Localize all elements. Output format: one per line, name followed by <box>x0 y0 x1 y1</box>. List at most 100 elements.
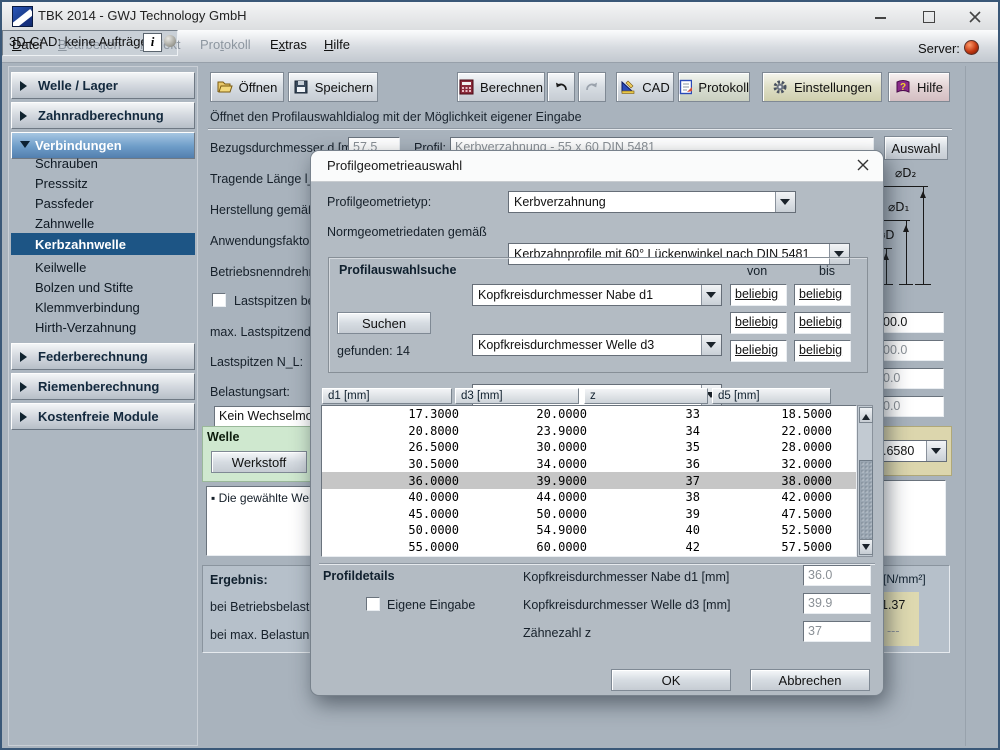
protocol-button[interactable]: Protokoll <box>678 72 750 102</box>
cancel-button[interactable]: Abbrechen <box>750 669 870 691</box>
help-book-icon: ? <box>895 79 911 95</box>
result-line-2: bei max. Belastung <box>210 628 316 642</box>
diagram-dim-d2 <box>923 187 924 284</box>
ratio-panel: .6580 <box>872 426 952 476</box>
app-logo-icon <box>12 6 33 27</box>
sidebar-item-federberechnung[interactable]: Federberechnung <box>11 343 195 370</box>
table-row[interactable]: 45.000050.00003947.5000 <box>322 506 856 523</box>
material-button[interactable]: Werkstoff <box>211 451 307 473</box>
calculator-icon <box>459 79 474 95</box>
scrollbar-thumb[interactable] <box>859 460 873 541</box>
redo-button[interactable] <box>578 72 606 102</box>
table-row[interactable]: 55.000060.00004257.5000 <box>322 539 856 556</box>
sidebar-item-presssitz[interactable]: Presssitz <box>11 173 195 193</box>
protocol-button-label: Protokoll <box>698 80 749 95</box>
scroll-down-button[interactable] <box>859 539 873 555</box>
save-button[interactable]: Speichern <box>288 72 378 102</box>
window-title: TBK 2014 - GWJ Technology GmbH <box>38 8 247 23</box>
cad-button[interactable]: CAD <box>616 72 674 102</box>
right-field-3: 0.0 <box>878 368 944 389</box>
sidebar-item-zahnradberechnung[interactable]: Zahnradberechnung <box>11 102 195 129</box>
table-row-selected[interactable]: 36.000039.90003738.0000 <box>322 472 856 489</box>
form-label-betriebsnenndrehzahl: Betriebsnenndrehm <box>210 265 319 279</box>
sidebar-item-welle-lager[interactable]: Welle / Lager <box>11 72 195 99</box>
calculate-button[interactable]: Berechnen <box>457 72 545 102</box>
menu-hilfe[interactable]: Hilfe <box>324 37 350 52</box>
search-criterion-1-dropdown[interactable]: Kopfkreisdurchmesser Nabe d1 <box>472 284 722 306</box>
undo-button[interactable] <box>547 72 575 102</box>
form-label-max-lastspitzen: max. Lastspitzendre <box>210 325 322 339</box>
help-button[interactable]: ? Hilfe <box>888 72 950 102</box>
profile-type-dropdown[interactable]: Kerbverzahnung <box>508 191 796 213</box>
sidebar-item-keilwelle[interactable]: Keilwelle <box>11 257 195 277</box>
table-row[interactable]: 50.000054.90004052.5000 <box>322 522 856 539</box>
bis-field-3[interactable]: beliebig <box>794 340 851 362</box>
sidebar-item-label: Kostenfreie Module <box>38 409 159 424</box>
sidebar-item-passfeder[interactable]: Passfeder <box>11 193 195 213</box>
column-header-d5[interactable]: d5 [mm] <box>712 388 831 404</box>
panel-edge <box>965 66 966 746</box>
von-field-1[interactable]: beliebig <box>730 284 787 306</box>
custom-input-label: Eigene Eingabe <box>387 598 475 612</box>
cad-status-box: 3D-CAD: keine Aufträge i <box>2 30 178 56</box>
von-field-3[interactable]: beliebig <box>730 340 787 362</box>
save-floppy-icon <box>293 79 309 95</box>
lastspitzen-checkbox[interactable] <box>212 293 226 307</box>
chevron-down-icon[interactable] <box>926 441 946 461</box>
chevron-right-icon <box>20 382 32 392</box>
chevron-down-icon[interactable] <box>701 285 721 305</box>
bis-field-1[interactable]: beliebig <box>794 284 851 306</box>
column-header-d3[interactable]: d3 [mm] <box>455 388 579 404</box>
chevron-right-icon <box>20 81 32 91</box>
bis-field-2[interactable]: beliebig <box>794 312 851 334</box>
form-label-anwendungsfaktor: Anwendungsfaktor k <box>210 234 323 248</box>
chevron-down-icon[interactable] <box>775 192 795 212</box>
maximize-button[interactable] <box>920 9 938 25</box>
sidebar-item-bolzen-stifte[interactable]: Bolzen und Stifte <box>11 277 195 297</box>
von-field-2[interactable]: beliebig <box>730 312 787 334</box>
menu-protokoll[interactable]: Protokoll <box>200 37 251 52</box>
chevron-right-icon <box>20 412 32 422</box>
table-row[interactable]: 30.500034.00003632.0000 <box>322 456 856 473</box>
sidebar-item-hirth-verzahnung[interactable]: Hirth-Verzahnung <box>11 317 195 337</box>
sidebar-item-klemmverbindung[interactable]: Klemmverbindung <box>11 297 195 317</box>
scroll-up-button[interactable] <box>859 407 873 423</box>
sidebar-item-zahnwelle[interactable]: Zahnwelle <box>11 213 195 233</box>
column-header-d1[interactable]: d1 [mm] <box>322 388 452 404</box>
profile-select-button[interactable]: Auswahl <box>884 136 948 160</box>
sidebar-item-kerbzahnwelle[interactable]: Kerbzahnwelle <box>11 233 195 255</box>
right-field-1[interactable]: 00.0 <box>878 312 944 333</box>
table-row[interactable]: 20.800023.90003422.0000 <box>322 423 856 440</box>
sidebar-item-label: Zahnradberechnung <box>38 108 164 123</box>
chevron-down-icon[interactable] <box>701 335 721 355</box>
welle-panel-title: Welle <box>207 430 239 444</box>
search-button[interactable]: Suchen <box>337 312 431 334</box>
custom-input-checkbox[interactable] <box>366 597 380 611</box>
vertical-scrollbar[interactable] <box>857 405 873 557</box>
sidebar-item-kostenfreie-module[interactable]: Kostenfreie Module <box>11 403 195 430</box>
application-window: TBK 2014 - GWJ Technology GmbH Datei Bea… <box>0 0 1000 750</box>
column-header-z[interactable]: z <box>584 388 708 404</box>
detail-field-d3: 39.9 <box>803 593 871 614</box>
sidebar-item-riemenberechnung[interactable]: Riemenberechnung <box>11 373 195 400</box>
table-row[interactable]: 26.500030.00003528.0000 <box>322 439 856 456</box>
table-row[interactable]: 17.300020.00003318.5000 <box>322 406 856 423</box>
dialog-close-button[interactable] <box>855 157 873 175</box>
open-button[interactable]: Öffnen <box>210 72 284 102</box>
settings-button[interactable]: Einstellungen <box>762 72 882 102</box>
cad-status-text: 3D-CAD: keine Aufträge <box>9 34 148 49</box>
info-button[interactable]: i <box>143 33 162 52</box>
close-button[interactable] <box>966 9 984 25</box>
close-icon <box>968 10 982 24</box>
redo-icon <box>584 79 600 95</box>
ok-button[interactable]: OK <box>611 669 731 691</box>
cad-triangle-pencil-icon <box>620 79 636 95</box>
minimize-button[interactable] <box>872 9 890 25</box>
search-criterion-2-dropdown[interactable]: Kopfkreisdurchmesser Welle d3 <box>472 334 722 356</box>
menu-extras[interactable]: Extras <box>270 37 307 52</box>
ratio-dropdown[interactable]: .6580 <box>877 440 947 462</box>
stress-value: 1.37 <box>881 598 905 612</box>
sidebar-item-schrauben[interactable]: Schrauben <box>11 153 195 173</box>
undo-icon <box>553 79 569 95</box>
table-row[interactable]: 40.000044.00003842.0000 <box>322 489 856 506</box>
